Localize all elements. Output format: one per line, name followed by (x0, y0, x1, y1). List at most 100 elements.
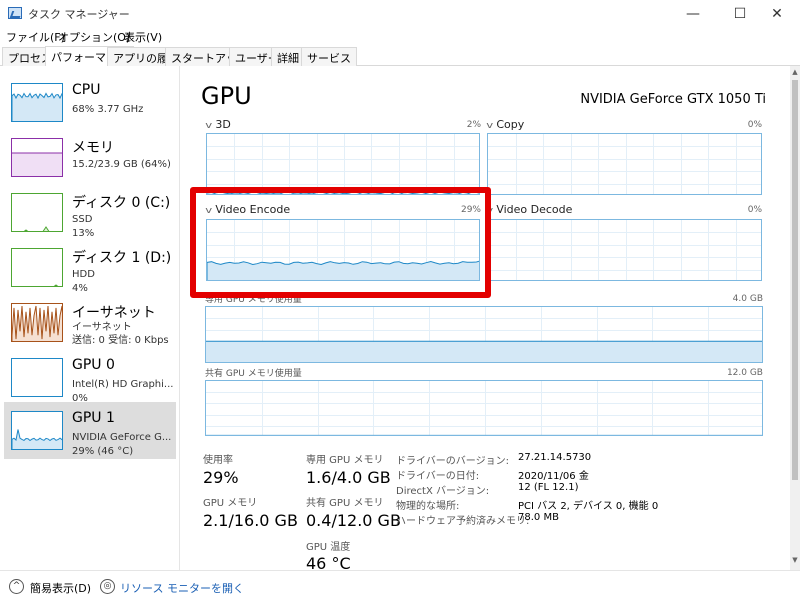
close-button[interactable]: ✕ (754, 0, 800, 28)
reserved-memory-value: 78.0 MB (518, 512, 559, 523)
dedicated-memory-stat-value: 1.6/4.0 GB (306, 468, 391, 487)
sidebar-sub: 4% (72, 283, 88, 294)
graph-copy-label[interactable]: v Copy (486, 118, 524, 131)
sidebar-sub: SSD (72, 214, 93, 225)
scroll-down-icon[interactable]: ▼ (790, 556, 800, 566)
sidebar-title: ディスク 1 (D:) (72, 250, 172, 266)
graph-video-decode (487, 219, 762, 281)
page-title: GPU (201, 82, 252, 110)
memory-thumbnail-svg (12, 152, 62, 176)
disk1-thumbnail-graph (11, 248, 63, 287)
driver-version-label: ドライバーのバージョン: (396, 456, 509, 467)
graph-dedicated-memory-svg (206, 307, 762, 362)
chevron-up-icon[interactable]: ^ (9, 579, 24, 594)
menu-view[interactable]: 表示(V) (124, 29, 162, 45)
resource-monitor-icon[interactable]: ◎ (100, 579, 115, 594)
chevron-down-icon: v (205, 121, 213, 131)
physical-location-value: PCI バス 2, デバイス 0, 機能 0 (518, 501, 659, 512)
gpu-temp-label: GPU 温度 (306, 542, 351, 553)
sidebar-item-disk1[interactable]: ディスク 1 (D:) HDD 4% (4, 239, 176, 294)
dedicated-memory-stat-label: 専用 GPU メモリ (306, 455, 384, 466)
graph-video-decode-label[interactable]: v Video Decode (486, 203, 572, 216)
scroll-up-icon[interactable]: ▲ (790, 68, 800, 78)
shared-memory-max: 12.0 GB (726, 368, 763, 378)
gpu1-thumbnail-svg (12, 429, 62, 449)
dedicated-memory-max: 4.0 GB (732, 294, 763, 304)
sidebar-item-disk0[interactable]: ディスク 0 (C:) SSD 13% (4, 184, 176, 239)
gpu1-thumbnail-graph (11, 411, 63, 450)
sidebar-sub: 29% (46 °C) (72, 446, 134, 457)
graph-grid (206, 381, 762, 435)
driver-date-label: ドライバーの日付: (396, 471, 480, 482)
shared-memory-stat-label: 共有 GPU メモリ (306, 498, 384, 509)
tab-details[interactable]: 詳細 (271, 47, 305, 66)
cpu-thumbnail-graph (11, 83, 63, 122)
sidebar: CPU 68% 3.77 GHz メモリ 15.2/23.9 GB (64%) … (0, 66, 180, 570)
bottom-bar: ^ 簡易表示(D) ◎ リソース モニターを開く (0, 570, 800, 606)
graph-grid (488, 220, 761, 280)
driver-date-value: 2020/11/06 金 (518, 471, 589, 482)
usage-label: 使用率 (203, 455, 233, 466)
graph-3d-label[interactable]: v 3D (205, 118, 231, 131)
sidebar-title: GPU 1 (72, 410, 115, 426)
directx-version-value: 12 (FL 12.1) (518, 482, 579, 493)
graph-3d (206, 133, 480, 195)
sidebar-item-memory[interactable]: メモリ 15.2/23.9 GB (64%) (4, 129, 176, 184)
gpu-model-name: NVIDIA GeForce GTX 1050 Ti (580, 92, 766, 107)
graph-shared-memory-svg (206, 381, 762, 435)
disk0-thumbnail-graph (11, 193, 63, 232)
graph-copy-percent: 0% (747, 120, 762, 130)
window-title: タスク マネージャー (28, 8, 130, 21)
shared-memory-stat-value: 0.4/12.0 GB (306, 511, 401, 530)
vertical-scrollbar[interactable]: ▲ ▼ (790, 66, 800, 570)
sidebar-item-cpu[interactable]: CPU 68% 3.77 GHz (4, 74, 176, 129)
graph-3d-percent: 2% (466, 120, 481, 130)
sidebar-item-gpu1[interactable]: GPU 1 NVIDIA GeForce G... 29% (46 °C) (4, 402, 176, 459)
scrollbar-thumb[interactable] (792, 80, 798, 480)
sidebar-item-gpu0[interactable]: GPU 0 Intel(R) HD Graphi... 0% (4, 349, 176, 404)
sidebar-sub: 13% (72, 228, 95, 239)
sidebar-sub: HDD (72, 269, 95, 280)
sidebar-title: GPU 0 (72, 357, 115, 373)
sidebar-sub: NVIDIA GeForce G... (72, 432, 172, 443)
disk1-thumbnail-svg (53, 284, 59, 286)
gpu0-thumbnail-graph (11, 358, 63, 397)
reserved-memory-label: ハードウェア予約済みメモリ: (396, 516, 530, 527)
graph-copy (487, 133, 762, 195)
video-encode-highlight (190, 187, 491, 298)
cpu-thumbnail-svg (12, 92, 62, 121)
graph-3d-svg (207, 134, 479, 194)
driver-version-value: 27.21.14.5730 (518, 452, 592, 463)
minimize-button[interactable]: — (670, 0, 716, 28)
chevron-down-icon: v (486, 121, 494, 131)
directx-version-label: DirectX バージョン: (396, 486, 490, 497)
gpu-memory-label: GPU メモリ (203, 498, 258, 509)
menu-options[interactable]: オプション(O) (58, 29, 130, 45)
physical-location-label: 物理的な場所: (396, 501, 460, 512)
shared-memory-label: 共有 GPU メモリ使用量 (205, 369, 302, 379)
tab-bar: プロセス パフォーマンス アプリの履歴 スタートアップ ユーザー 詳細 サービス (0, 46, 800, 66)
resource-monitor-link[interactable]: リソース モニターを開く (120, 580, 244, 596)
ethernet-thumbnail-graph (11, 303, 63, 342)
graph-video-decode-svg (488, 220, 761, 280)
ethernet-thumbnail-svg (12, 305, 62, 341)
sidebar-sub: Intel(R) HD Graphi... (72, 379, 174, 390)
graph-grid (207, 134, 479, 194)
gpu-memory-value: 2.1/16.0 GB (203, 511, 298, 530)
task-manager-icon (8, 7, 22, 19)
graph-grid (488, 134, 761, 194)
tab-services[interactable]: サービス (301, 47, 357, 66)
fewer-details-link[interactable]: 簡易表示(D) (30, 580, 91, 596)
gpu-detail-panel: GPU NVIDIA GeForce GTX 1050 Ti v 3D 2% vC… (181, 66, 800, 570)
sidebar-item-ethernet[interactable]: イーサネット イーサネット 送信: 0 受信: 0 Kbps (4, 294, 176, 349)
usage-value: 29% (203, 468, 239, 487)
sidebar-sub: 送信: 0 受信: 0 Kbps (72, 335, 169, 346)
menu-bar: ファイル(F) オプション(O) 表示(V) (0, 28, 800, 46)
disk0-thumbnail-svg (23, 226, 50, 231)
menu-file[interactable]: ファイル(F) (6, 29, 65, 45)
graph-shared-memory (205, 380, 763, 436)
graph-video-decode-percent: 0% (747, 205, 762, 215)
sidebar-sub: 68% 3.77 GHz (72, 104, 144, 115)
sidebar-sub: 15.2/23.9 GB (64%) (72, 159, 171, 170)
sidebar-title: ディスク 0 (C:) (72, 195, 171, 211)
